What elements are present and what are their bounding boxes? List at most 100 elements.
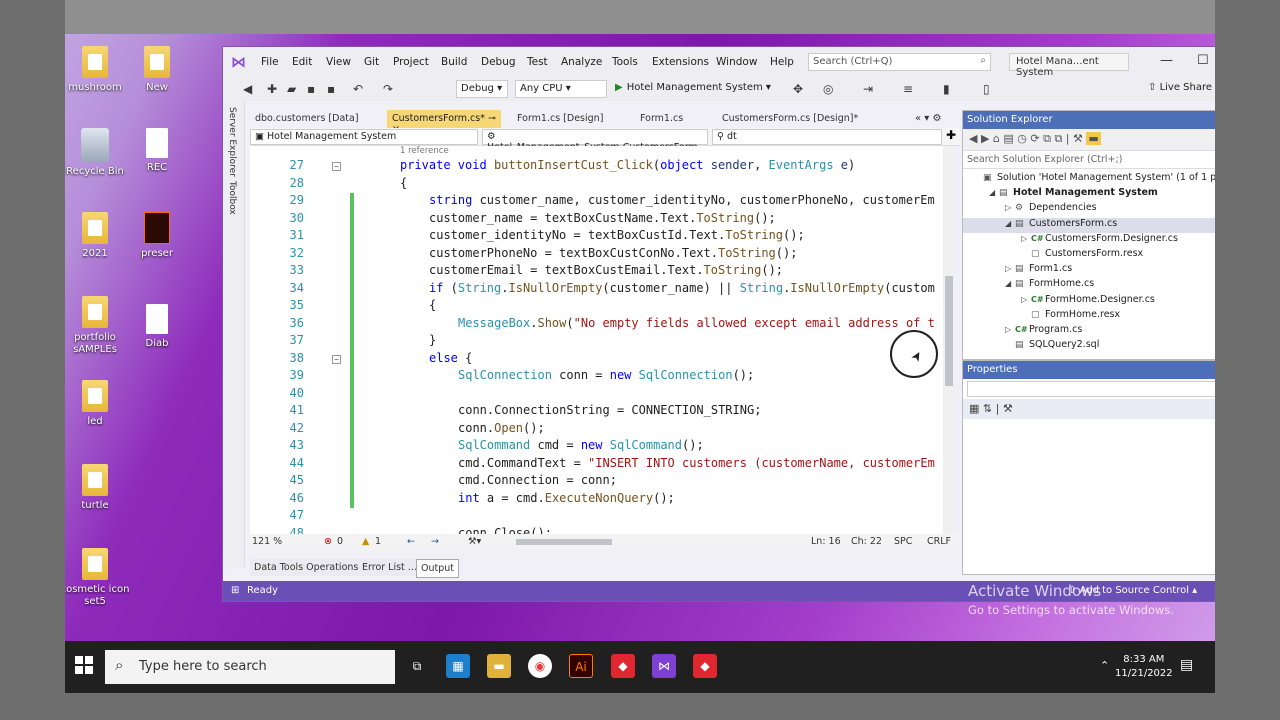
solution-tree-item[interactable]: ▷ C#CustomersForm.Designer.cs	[963, 233, 1215, 248]
comment-icon[interactable]: ≡	[903, 82, 913, 96]
project-dropdown[interactable]: ▣ Hotel Management System	[250, 129, 478, 145]
illustrator-icon[interactable]: Ai	[569, 654, 593, 678]
editor-vertical-scrollbar[interactable]	[943, 146, 955, 534]
desktop-icon[interactable]: preser	[122, 212, 192, 260]
chrome-icon[interactable]: ◉	[528, 654, 552, 678]
menu-tools[interactable]: Tools	[612, 56, 638, 68]
solution-tree-item[interactable]: ▣ Solution 'Hotel Management System' (1 o…	[963, 172, 1215, 187]
expand-arrow-icon[interactable]: ▷	[1005, 325, 1015, 334]
desktop-icon[interactable]: portfolio sAMPLEs	[65, 296, 130, 356]
class-dropdown[interactable]: ⚙ Hotel_Management_System.CustomersForm	[482, 129, 708, 153]
undo-icon[interactable]: ↶	[353, 82, 363, 96]
code-line[interactable]: string customer_name, customer_identityN…	[429, 193, 935, 207]
expand-arrow-icon[interactable]: ◢	[1005, 279, 1015, 288]
code-line[interactable]: cmd.Connection = conn;	[458, 473, 617, 487]
code-line[interactable]: conn.Close();	[458, 526, 552, 535]
tab-form1-cs[interactable]: Form1.cs	[635, 110, 688, 128]
anydesk-icon[interactable]: ◆	[611, 654, 635, 678]
menu-view[interactable]: View	[326, 56, 351, 68]
code-line[interactable]: }	[429, 333, 436, 347]
open-icon[interactable]: ▰	[287, 82, 296, 96]
code-line[interactable]: cmd.CommandText = "INSERT INTO customers…	[458, 456, 935, 470]
split-icon[interactable]: ✚	[946, 128, 956, 142]
code-line[interactable]: private void buttonInsertCust_Click(obje…	[400, 158, 855, 172]
tab-form1-design[interactable]: Form1.cs [Design]	[512, 110, 608, 128]
expand-arrow-icon[interactable]: ▷	[1005, 203, 1015, 212]
new-project-icon[interactable]: ✚	[267, 82, 277, 96]
menu-file[interactable]: File	[261, 56, 279, 68]
config-dropdown[interactable]: Debug ▾	[456, 80, 508, 98]
desktop-icon[interactable]: REC	[122, 128, 192, 174]
desktop-icon[interactable]: mushroom	[65, 46, 130, 94]
solution-search[interactable]: Search Solution Explorer (Ctrl+;)⌕▾	[963, 151, 1215, 169]
menu-analyze[interactable]: Analyze	[561, 56, 602, 68]
zoom-level[interactable]: 121 %	[252, 536, 282, 547]
expand-arrow-icon[interactable]: ◢	[1005, 219, 1015, 228]
code-lens-references[interactable]: 1 reference	[400, 146, 449, 156]
code-line[interactable]: customerEmail = textBoxCustEmail.Text.To…	[429, 263, 783, 277]
platform-dropdown[interactable]: Any CPU ▾	[515, 80, 607, 98]
properties-object-dropdown[interactable]: ▾	[967, 381, 1215, 397]
minimize-icon[interactable]: —	[1160, 53, 1173, 68]
bookmark-nav-icon[interactable]: ▯	[983, 82, 990, 96]
solution-tree-item[interactable]: ▷ ⚙ Dependencies	[963, 202, 1215, 217]
fold-toggle-icon[interactable]: −	[332, 354, 341, 364]
tab-customersform-design[interactable]: CustomersForm.cs [Design]*	[717, 110, 863, 128]
notification-center-icon[interactable]: ▤	[1180, 657, 1193, 673]
solution-tree-item[interactable]: ▷ ▤ Form1.cs	[963, 263, 1215, 278]
desktop-icon[interactable]: New	[122, 46, 192, 94]
member-dropdown[interactable]: ⚲ dt	[712, 129, 942, 145]
code-line[interactable]: customerPhoneNo = textBoxCustConNo.Text.…	[429, 246, 797, 260]
tab-error-list[interactable]: Error List ...	[358, 559, 422, 576]
visual-studio-taskbar-icon[interactable]: ⋈	[652, 654, 676, 678]
solution-tree-item[interactable]: ▤ SQLQuery2.sql	[963, 339, 1215, 354]
code-line[interactable]: customer_name = textBoxCustName.Text.ToS…	[429, 211, 776, 225]
preview-toggle-icon[interactable]: ▬	[1086, 132, 1101, 145]
expand-arrow-icon[interactable]: ◢	[989, 188, 999, 197]
attach-icon[interactable]: ✥	[793, 82, 803, 96]
categorized-icon[interactable]: ▦	[969, 402, 979, 415]
menu-debug[interactable]: Debug	[481, 56, 516, 68]
tray-chevron-icon[interactable]: ⌃	[1100, 659, 1109, 672]
code-line[interactable]: {	[400, 176, 407, 190]
menu-test[interactable]: Test	[527, 56, 548, 68]
app-icon[interactable]: ▦	[446, 654, 470, 678]
tab-dbo-customers[interactable]: dbo.customers [Data]	[250, 110, 364, 128]
save-all-icon[interactable]: ▪	[327, 82, 335, 96]
menu-window[interactable]: Window	[716, 56, 757, 68]
solution-tree-item[interactable]: ◢ ▤ FormHome.cs	[963, 278, 1215, 293]
taskbar-search[interactable]: ⌕ Type here to search	[105, 650, 395, 684]
fold-toggle-icon[interactable]: −	[332, 162, 341, 171]
solution-tree-item[interactable]: ▢ CustomersForm.resx	[963, 248, 1215, 263]
code-line[interactable]: {	[429, 298, 436, 312]
run-button[interactable]: ▶ Hotel Management System ▾	[615, 82, 771, 93]
solution-tree-item[interactable]: ◢ ▤ CustomersForm.cs	[963, 217, 1215, 233]
clock[interactable]: 8:33 AM 11/21/2022	[1115, 653, 1173, 681]
redo-icon[interactable]: ↷	[383, 82, 393, 96]
scrollbar-thumb[interactable]	[945, 276, 953, 386]
desktop-icon[interactable]: led	[65, 380, 130, 428]
menu-help[interactable]: Help	[770, 56, 794, 68]
menu-extensions[interactable]: Extensions	[652, 56, 709, 68]
code-line[interactable]: conn.ConnectionString = CONNECTION_STRIN…	[458, 403, 761, 417]
file-explorer-icon[interactable]: ▬	[487, 654, 511, 678]
code-line[interactable]: else {	[429, 351, 472, 365]
toolbox-tab[interactable]: Toolbox	[227, 181, 237, 215]
bookmark-icon[interactable]: ▮	[943, 82, 950, 96]
expand-arrow-icon[interactable]: ▷	[1005, 264, 1015, 273]
solution-tree-item[interactable]: ▢ FormHome.resx	[963, 309, 1215, 324]
code-line[interactable]: MessageBox.Show("No empty fields allowed…	[458, 316, 935, 330]
nav-forward-icon[interactable]: →	[431, 536, 439, 547]
anydesk-icon[interactable]: ◆	[693, 654, 717, 678]
solution-tree-item[interactable]: ▷ C#FormHome.Designer.cs	[963, 294, 1215, 309]
horizontal-scrollbar[interactable]	[516, 539, 612, 545]
code-line[interactable]: int a = cmd.ExecuteNonQuery();	[458, 491, 675, 505]
expand-arrow-icon[interactable]: ▷	[1021, 295, 1031, 304]
code-line[interactable]: customer_identityNo = textBoxCustId.Text…	[429, 228, 805, 242]
tab-customersform-cs[interactable]: CustomersForm.cs* ⊸ ×	[387, 110, 501, 135]
tab-data-tools-operations[interactable]: Data Tools Operations	[250, 559, 364, 576]
back-icon[interactable]: ◀	[243, 82, 252, 96]
desktop-icon[interactable]: 2021	[65, 212, 130, 260]
windows-start-icon[interactable]	[75, 656, 93, 674]
menu-project[interactable]: Project	[393, 56, 429, 68]
